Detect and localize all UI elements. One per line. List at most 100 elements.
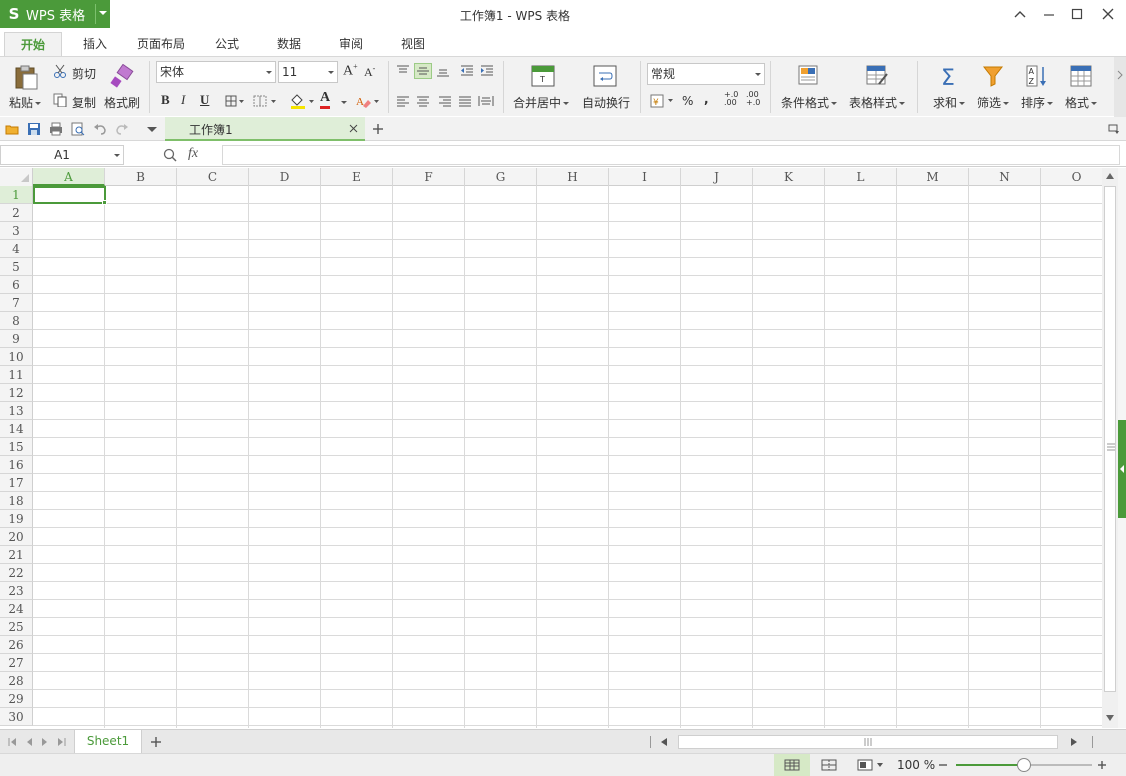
sigma-icon[interactable]: Σ [937,63,963,89]
fill-color-button[interactable] [288,92,316,110]
bold-button[interactable]: B [161,92,170,108]
zoom-search-icon[interactable] [162,147,178,163]
tab-data[interactable]: 数据 [264,32,314,56]
fill-handle[interactable] [102,200,107,205]
row-header[interactable]: 16 [0,456,33,474]
sum-button[interactable]: 求和 [933,94,966,111]
sheet-tab-sheet1[interactable]: Sheet1 [74,730,142,753]
scroll-left-icon[interactable] [660,737,668,747]
row-header[interactable]: 19 [0,510,33,528]
clear-format-button[interactable]: A [355,94,381,108]
column-header[interactable]: G [465,168,537,186]
column-header[interactable]: A [33,168,105,186]
cut-button[interactable]: 剪切 [72,65,96,82]
shrink-font-button[interactable]: A- [364,64,375,80]
row-header[interactable]: 14 [0,420,33,438]
row-header[interactable]: 2 [0,204,33,222]
selected-cell[interactable] [33,186,107,205]
paste-button[interactable]: 粘贴 [9,94,42,111]
decrease-indent-icon[interactable] [458,63,476,79]
column-header[interactable]: I [609,168,681,186]
reading-mode-button[interactable] [854,754,888,776]
column-header[interactable]: N [969,168,1041,186]
collapse-ribbon-button[interactable] [1008,4,1032,24]
wrap-text-button[interactable]: 自动换行 [582,94,630,111]
row-header[interactable]: 11 [0,366,33,384]
minimize-button[interactable] [1037,4,1061,24]
zoom-level[interactable]: 100 % [897,758,935,772]
select-all-corner[interactable] [0,168,33,186]
add-sheet-button[interactable] [148,734,164,750]
column-header[interactable]: C [177,168,249,186]
redo-icon[interactable] [114,121,130,137]
percent-button[interactable]: % [682,94,693,108]
merge-center-button[interactable]: 合并居中 [513,94,570,111]
column-header[interactable]: L [825,168,897,186]
italic-button[interactable]: I [181,92,185,108]
row-header[interactable]: 1 [0,186,33,204]
row-header[interactable]: 5 [0,258,33,276]
column-header[interactable]: K [753,168,825,186]
align-middle-icon[interactable] [414,63,432,79]
side-panel-toggle[interactable] [1118,420,1126,518]
column-header[interactable]: F [393,168,465,186]
customize-toolbar-icon[interactable] [144,121,160,137]
row-header[interactable]: 18 [0,492,33,510]
row-header[interactable]: 8 [0,312,33,330]
font-size-select[interactable]: 11 [278,61,338,83]
align-center-icon[interactable] [414,93,432,109]
sheet-nav-icons[interactable] [8,737,68,747]
column-header[interactable]: H [537,168,609,186]
row-header[interactable]: 6 [0,276,33,294]
cell-borders-button[interactable] [252,94,280,108]
tab-view[interactable]: 视图 [388,32,438,56]
normal-view-button[interactable] [774,754,810,776]
row-header[interactable]: 26 [0,636,33,654]
undo-icon[interactable] [92,121,108,137]
row-header[interactable]: 21 [0,546,33,564]
row-header[interactable]: 27 [0,654,33,672]
increase-decimal-button[interactable]: +.0 .00 [724,91,738,107]
row-header[interactable]: 30 [0,708,33,726]
horizontal-scroll-thumb[interactable] [678,735,1058,749]
number-format-select[interactable]: 常规 [647,63,765,85]
row-header[interactable]: 28 [0,672,33,690]
row-header[interactable]: 20 [0,528,33,546]
spreadsheet-grid[interactable]: ABCDEFGHIJKLMNO 1 2 3 4 5 6 7 8 9 10 11 12 13 14 15 16 1… [0,168,1102,728]
vertical-scrollbar[interactable] [1102,168,1118,728]
format-button[interactable]: 格式 [1065,94,1098,111]
row-header[interactable]: 29 [0,690,33,708]
tab-insert[interactable]: 插入 [70,32,120,56]
document-tab[interactable]: 工作簿1 [165,117,365,141]
print-icon[interactable] [48,121,64,137]
format-cells-icon[interactable] [1068,63,1094,89]
tab-formulas[interactable]: 公式 [202,32,252,56]
font-color-dropdown-icon[interactable] [341,101,347,104]
close-button[interactable] [1096,4,1120,24]
row-header[interactable]: 7 [0,294,33,312]
zoom-slider-thumb[interactable] [1017,758,1031,772]
insert-function-button[interactable]: fx [188,146,198,162]
tab-page-layout[interactable]: 页面布局 [130,32,192,56]
row-header[interactable]: 13 [0,402,33,420]
grow-font-button[interactable]: A+ [343,62,358,80]
sort-icon[interactable]: AZ [1024,63,1050,89]
formula-input[interactable] [222,145,1120,165]
maximize-button[interactable] [1065,4,1089,24]
row-header[interactable]: 3 [0,222,33,240]
paste-icon[interactable] [12,63,40,91]
conditional-format-icon[interactable] [796,63,822,89]
column-header[interactable]: M [897,168,969,186]
row-header[interactable]: 15 [0,438,33,456]
borders-button[interactable] [224,94,246,108]
row-header[interactable]: 25 [0,618,33,636]
zoom-in-icon[interactable] [1097,760,1107,770]
ribbon-scroll-right[interactable] [1114,57,1126,117]
copy-button[interactable]: 复制 [72,94,96,111]
table-style-icon[interactable] [864,63,890,89]
align-right-icon[interactable] [436,93,454,109]
vertical-scroll-thumb[interactable] [1104,186,1116,692]
format-painter-button[interactable]: 格式刷 [104,94,140,111]
row-header[interactable]: 10 [0,348,33,366]
underline-button[interactable]: U [200,92,209,108]
